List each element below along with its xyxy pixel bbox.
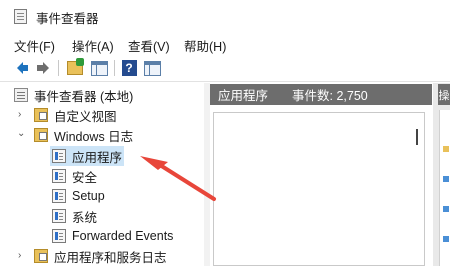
annotation-arrow [140,156,216,201]
